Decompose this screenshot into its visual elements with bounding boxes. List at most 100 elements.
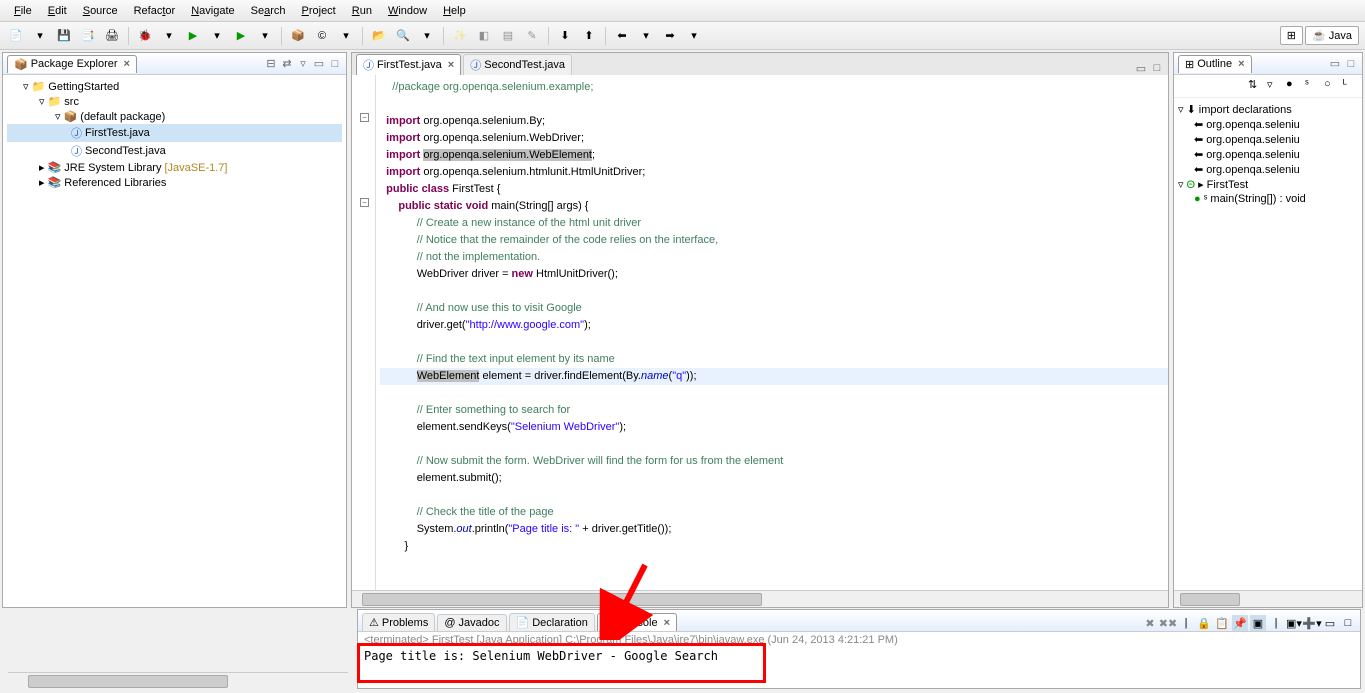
import-item[interactable]: ⬅ org.openqa.seleniu [1178,162,1358,177]
search-dd[interactable]: ▾ [417,26,437,46]
default-pkg-node[interactable]: ▿ 📦 (default package) [7,109,342,124]
menu-source[interactable]: Source [75,2,126,20]
filter-icon[interactable]: ▿ [1267,78,1283,94]
run-dd[interactable]: ▾ [207,26,227,46]
outline-tab[interactable]: ⊞ Outline × [1178,55,1252,73]
gutter[interactable]: − − [352,75,376,590]
declaration-tab[interactable]: 📄 Declaration [509,613,595,631]
maximize-btn[interactable]: □ [1150,61,1164,75]
close-icon[interactable]: × [124,58,130,70]
debug-dd[interactable]: ▾ [159,26,179,46]
pin-console-btn[interactable]: 📌 [1232,615,1248,631]
editor-tab-1[interactable]: Ⓙ FirstTest.java × [356,54,461,75]
back-dd[interactable]: ▾ [636,26,656,46]
minimize-btn[interactable]: ▭ [1322,615,1338,631]
pkg-hscroll[interactable] [8,672,348,689]
fwd-btn[interactable]: ➡ [660,26,680,46]
wand-btn[interactable]: ✨ [450,26,470,46]
src-node[interactable]: ▿ 📁 src [7,94,342,109]
print-btn[interactable]: 🖨 [102,26,122,46]
new-dd[interactable]: ▾ [30,26,50,46]
project-node[interactable]: ▿ 📁 GettingStarted [7,79,342,94]
link-editor-btn[interactable]: ⇄ [280,57,294,71]
menu-help[interactable]: Help [435,2,474,20]
fold-icon[interactable]: − [360,113,369,122]
new-pkg-btn[interactable]: 📦 [288,26,308,46]
back-btn[interactable]: ⬅ [612,26,632,46]
class-node[interactable]: ▿ Θ▸ FirstTest [1178,177,1358,192]
package-tree[interactable]: ▿ 📁 GettingStarted ▿ 📁 src ▿ 📦 (default … [3,75,346,607]
outline-hscroll[interactable] [1174,590,1362,607]
hide-static-icon[interactable]: ˢ [1305,78,1321,94]
display-console-btn[interactable]: ▣ [1250,615,1266,631]
method-node[interactable]: ●ˢ main(String[]) : void [1178,192,1358,206]
menu-run[interactable]: Run [344,2,380,20]
close-icon[interactable]: × [664,617,670,629]
menu-refactor[interactable]: Refactor [126,2,184,20]
open-perspective-btn[interactable]: ⊞ [1280,26,1303,45]
file2-node[interactable]: Ⓙ SecondTest.java [7,142,342,160]
close-icon[interactable]: × [448,59,454,71]
minimize-btn[interactable]: ▭ [312,57,326,71]
search-btn[interactable]: 🔍 [393,26,413,46]
save-all-btn[interactable]: 📑 [78,26,98,46]
java-perspective-btn[interactable]: ☕ Java [1305,26,1359,45]
menu-project[interactable]: Project [294,2,344,20]
maximize-btn[interactable]: □ [328,57,342,71]
menu-window[interactable]: Window [380,2,435,20]
remove-launch-btn[interactable]: ✖ [1142,615,1158,631]
menu-file[interactable]: FFileile [6,2,40,20]
hide-fields-icon[interactable]: ● [1286,78,1302,94]
javadoc-tab[interactable]: @ Javadoc [437,614,506,631]
terminated-line: <terminated> FirstTest [Java Application… [358,632,1360,648]
file1-node[interactable]: Ⓙ FirstTest.java [7,124,342,142]
sort-icon[interactable]: ⇅ [1248,78,1264,94]
fwd-dd[interactable]: ▾ [684,26,704,46]
ref-libs-node[interactable]: ▸ 📚 Referenced Libraries [7,175,342,190]
hide-local-icon[interactable]: ᴸ [1343,78,1359,94]
problems-tab[interactable]: ⚠ Problems [362,613,435,631]
outline-tree[interactable]: ▿ ⬇ import declarations ⬅ org.openqa.sel… [1174,98,1362,590]
code-editor[interactable]: − − //package org.openqa.selenium.exampl… [352,75,1168,590]
editor-tab-2[interactable]: Ⓙ SecondTest.java [463,54,572,75]
open-console-btn[interactable]: ▣▾ [1286,615,1302,631]
new-class-btn[interactable]: © [312,26,332,46]
next-ann-btn[interactable]: ⬇ [555,26,575,46]
open-type-btn[interactable]: 📂 [369,26,389,46]
jre-node[interactable]: ▸ 📚 JRE System Library [JavaSE-1.7] [7,160,342,175]
mark-btn[interactable]: ▤ [498,26,518,46]
new-btn[interactable]: 📄 [6,26,26,46]
toggle-btn[interactable]: ◧ [474,26,494,46]
pencil-btn[interactable]: ✎ [522,26,542,46]
minimize-btn[interactable]: ▭ [1134,61,1148,75]
editor-hscroll[interactable] [352,590,1168,607]
save-btn[interactable]: 💾 [54,26,74,46]
maximize-btn[interactable]: □ [1340,615,1356,631]
view-menu-btn[interactable]: ▿ [296,57,310,71]
console-tab[interactable]: ▣ Console × [597,613,677,631]
new-type-dd[interactable]: ▾ [336,26,356,46]
minimize-btn[interactable]: ▭ [1328,57,1342,71]
imports-node[interactable]: ▿ ⬇ import declarations [1178,102,1358,117]
remove-all-btn[interactable]: ✖✖ [1160,615,1176,631]
import-item[interactable]: ⬅ org.openqa.seleniu [1178,147,1358,162]
package-explorer-tab[interactable]: 📦 Package Explorer × [7,55,137,73]
hide-nonpublic-icon[interactable]: ○ [1324,78,1340,94]
menu-search[interactable]: Search [243,2,294,20]
new-console-btn[interactable]: ➕▾ [1304,615,1320,631]
maximize-btn[interactable]: □ [1344,57,1358,71]
collapse-all-btn[interactable]: ⊟ [264,57,278,71]
menu-edit[interactable]: Edit [40,2,75,20]
debug-btn[interactable]: 🐞 [135,26,155,46]
run-btn[interactable]: ▶ [183,26,203,46]
import-item[interactable]: ⬅ org.openqa.seleniu [1178,117,1358,132]
menu-navigate[interactable]: Navigate [183,2,242,20]
clear-console-btn[interactable]: 📋 [1214,615,1230,631]
run-last-btn[interactable]: ▶ [231,26,251,46]
close-icon[interactable]: × [1238,58,1244,70]
run-last-dd[interactable]: ▾ [255,26,275,46]
fold-icon[interactable]: − [360,198,369,207]
scroll-lock-btn[interactable]: 🔒 [1196,615,1212,631]
prev-ann-btn[interactable]: ⬆ [579,26,599,46]
import-item[interactable]: ⬅ org.openqa.seleniu [1178,132,1358,147]
